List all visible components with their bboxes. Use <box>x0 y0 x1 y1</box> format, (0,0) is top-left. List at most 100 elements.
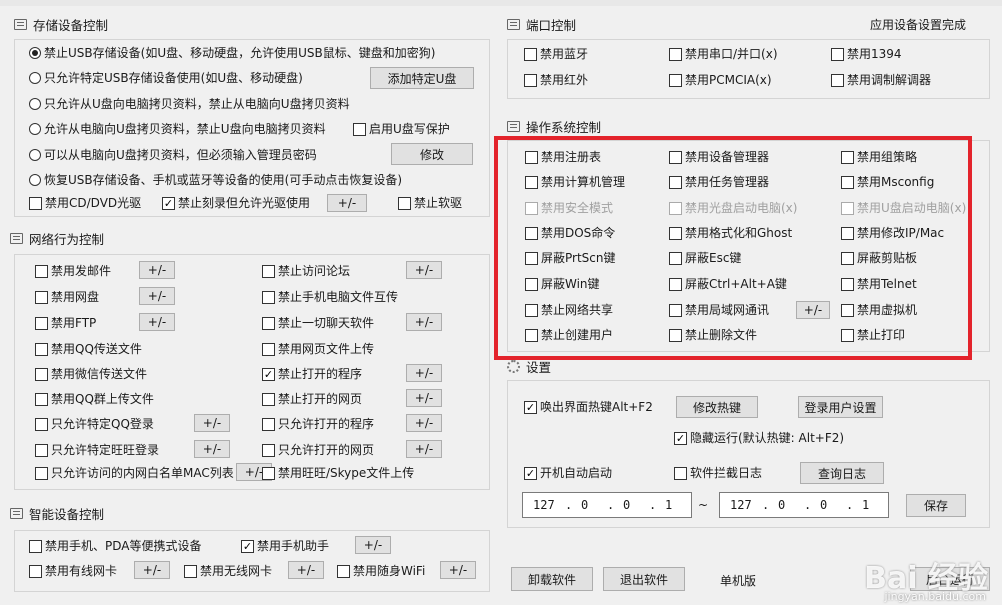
cd-dvd-checkbox[interactable]: 禁用CD/DVD光驱 <box>29 196 141 210</box>
checkbox[interactable] <box>35 316 48 330</box>
network-left-item[interactable]: 只允许特定QQ登录 <box>35 417 154 431</box>
checkbox[interactable] <box>669 150 682 164</box>
os-option[interactable]: 禁用设备管理器 <box>669 150 769 164</box>
port-serial-checkbox[interactable]: 禁用串口/并口(x) <box>669 47 778 61</box>
checkbox[interactable] <box>669 73 682 87</box>
network-right-edit-button[interactable]: +/- <box>406 389 442 407</box>
os-option[interactable]: 禁止创建用户 <box>525 328 613 342</box>
login-user-settings-button[interactable]: 登录用户设置 <box>798 396 883 418</box>
add-specific-usb-button[interactable]: 添加特定U盘 <box>370 67 474 89</box>
network-left-edit-button[interactable]: +/- <box>194 440 230 458</box>
network-right-edit-button[interactable]: +/- <box>406 261 442 279</box>
checkbox[interactable] <box>29 564 42 578</box>
checkbox[interactable] <box>184 564 197 578</box>
os-option[interactable]: 禁用注册表 <box>525 150 601 164</box>
checkbox[interactable] <box>841 150 854 164</box>
os-option[interactable]: 屏蔽剪贴板 <box>841 251 917 265</box>
checkbox[interactable] <box>524 47 537 61</box>
checkbox[interactable] <box>525 303 538 317</box>
checkbox[interactable] <box>669 328 682 342</box>
smart-portable-checkbox[interactable]: 禁用手机、PDA等便携式设备 <box>29 539 201 553</box>
hide-run-checkbox[interactable]: ✓ 隐藏运行(默认热键: Alt+F2) <box>674 431 844 445</box>
checkbox[interactable] <box>841 277 854 291</box>
checkbox[interactable] <box>669 226 682 240</box>
checkbox[interactable] <box>669 303 682 317</box>
checkbox[interactable] <box>525 328 538 342</box>
checkbox[interactable]: ✓ <box>524 400 537 414</box>
checkbox[interactable] <box>674 466 687 480</box>
os-option[interactable]: 禁用DOS命令 <box>525 226 615 240</box>
os-option[interactable]: 屏蔽Esc键 <box>669 251 741 265</box>
network-left-edit-button[interactable]: +/- <box>139 313 175 331</box>
wifi-edit-button[interactable]: +/- <box>440 561 476 579</box>
floppy-checkbox[interactable]: 禁止软驱 <box>398 196 462 210</box>
radio-specific-usb[interactable]: 只允许特定USB存储设备使用(如U盘、移动硬盘) <box>29 71 303 85</box>
checkbox[interactable] <box>262 392 275 406</box>
intercept-log-checkbox[interactable]: 软件拦截日志 <box>674 466 762 480</box>
checkbox[interactable] <box>262 290 275 304</box>
checkbox[interactable] <box>29 539 42 553</box>
checkbox[interactable] <box>262 316 275 330</box>
os-option[interactable]: 禁止删除文件 <box>669 328 757 342</box>
checkbox[interactable] <box>35 443 48 457</box>
checkbox[interactable] <box>262 417 275 431</box>
radio-usb-to-pc-only[interactable]: 只允许从U盘向电脑拷贝资料，禁止从电脑向U盘拷贝资料 <box>29 97 350 111</box>
modify-hotkey-button[interactable]: 修改热键 <box>676 396 758 418</box>
checkbox[interactable] <box>398 196 411 210</box>
ip-end-input[interactable]: 127. 0. 0. 1 <box>719 492 889 518</box>
checkbox[interactable] <box>353 122 366 136</box>
network-left-item[interactable]: 只允许特定旺旺登录 <box>35 443 159 457</box>
network-right-item[interactable]: 只允许打开的网页 <box>262 443 374 457</box>
exit-button[interactable]: 退出软件 <box>603 567 685 591</box>
write-protect-checkbox[interactable]: 启用U盘写保护 <box>353 122 450 136</box>
hotkey-checkbox[interactable]: ✓ 唤出界面热键Alt+F2 <box>524 400 653 414</box>
radio-pc-to-usb-only[interactable]: 允许从电脑向U盘拷贝资料，禁止U盘向电脑拷贝资料 <box>29 122 326 136</box>
checkbox[interactable] <box>35 392 48 406</box>
checkbox[interactable] <box>35 466 48 480</box>
checkbox[interactable] <box>831 47 844 61</box>
checkbox[interactable] <box>35 342 48 356</box>
smart-wired-nic-checkbox[interactable]: 禁用有线网卡 <box>29 564 117 578</box>
radio-restore-usb[interactable]: 恢复USB存储设备、手机或蓝牙等设备的使用(可手动点击恢复设备) <box>29 173 402 187</box>
checkbox[interactable]: ✓ <box>674 431 687 445</box>
radio-indicator[interactable] <box>29 174 41 186</box>
ip-start-input[interactable]: 127. 0. 0. 1 <box>522 492 692 518</box>
uninstall-button[interactable]: 卸载软件 <box>511 567 593 591</box>
checkbox[interactable] <box>29 196 42 210</box>
checkbox[interactable] <box>525 277 538 291</box>
network-right-item[interactable]: 只允许打开的程序 <box>262 417 374 431</box>
network-right-edit-button[interactable]: +/- <box>406 440 442 458</box>
network-left-item[interactable]: 禁用QQ传送文件 <box>35 342 142 356</box>
network-right-item[interactable]: ✓ 禁止打开的程序 <box>262 367 362 381</box>
network-left-item[interactable]: 禁用FTP <box>35 316 96 330</box>
checkbox[interactable] <box>524 73 537 87</box>
network-right-edit-button[interactable]: +/- <box>406 414 442 432</box>
os-option[interactable]: 禁用虚拟机 <box>841 303 917 317</box>
network-left-item[interactable]: 只允许访问的内网白名单MAC列表 <box>35 466 234 480</box>
checkbox[interactable] <box>262 342 275 356</box>
network-left-edit-button[interactable]: +/- <box>194 414 230 432</box>
network-right-item[interactable]: 禁止手机电脑文件互传 <box>262 290 398 304</box>
checkbox[interactable] <box>525 175 538 189</box>
checkbox[interactable] <box>525 251 538 265</box>
os-option[interactable]: 禁用组策略 <box>841 150 917 164</box>
radio-indicator[interactable] <box>29 123 41 135</box>
radio-admin-password[interactable]: 可以从电脑向U盘拷贝资料，但必须输入管理员密码 <box>29 148 317 162</box>
checkbox[interactable] <box>841 303 854 317</box>
checkbox[interactable] <box>841 175 854 189</box>
autostart-checkbox[interactable]: ✓ 开机自动启动 <box>524 466 612 480</box>
checkbox[interactable] <box>841 226 854 240</box>
radio-usb-block[interactable]: 禁止USB存储设备(如U盘、移动硬盘，允许使用USB鼠标、键盘和加密狗) <box>29 46 435 60</box>
network-right-edit-button[interactable]: +/- <box>406 313 442 331</box>
os-option[interactable]: 禁用修改IP/Mac <box>841 226 944 240</box>
os-option[interactable]: 屏蔽Ctrl+Alt+A键 <box>669 277 787 291</box>
burn-checkbox[interactable]: ✓ 禁止刻录但允许光驱使用 <box>162 196 310 210</box>
checkbox[interactable] <box>831 73 844 87</box>
os-option[interactable]: 禁用格式化和Ghost <box>669 226 792 240</box>
checkbox[interactable] <box>35 417 48 431</box>
os-option[interactable]: 屏蔽PrtScn键 <box>525 251 616 265</box>
network-right-edit-button[interactable]: +/- <box>406 364 442 382</box>
checkbox[interactable] <box>262 466 275 480</box>
network-right-item[interactable]: 禁止访问论坛 <box>262 264 350 278</box>
checkbox[interactable] <box>841 328 854 342</box>
